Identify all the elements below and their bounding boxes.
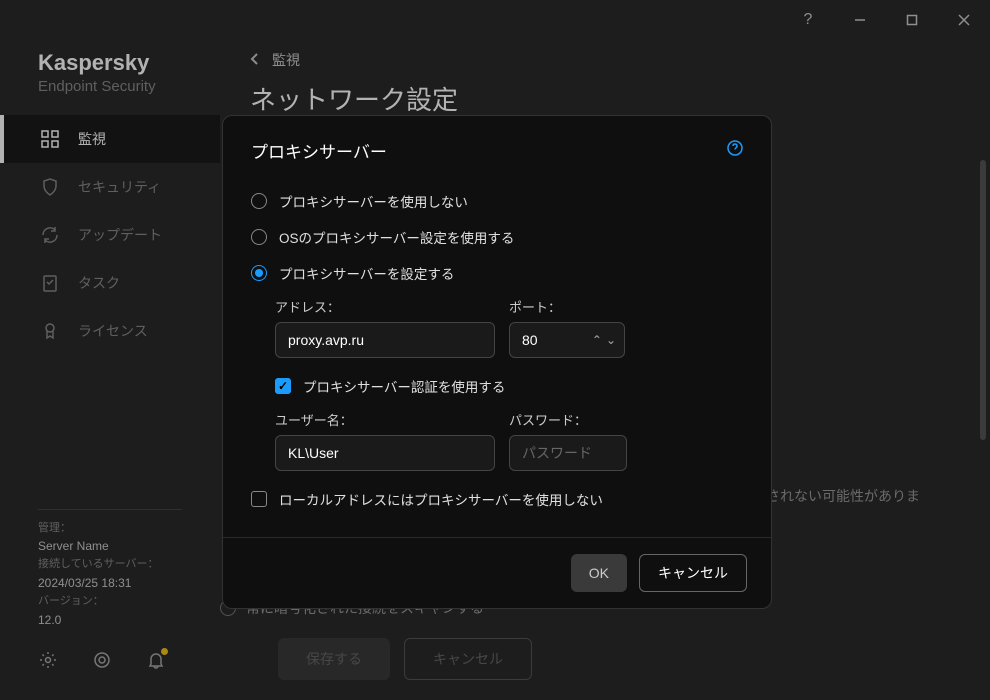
address-input[interactable] — [275, 322, 495, 358]
radio-label: プロキシサーバーを設定する — [279, 263, 454, 283]
sidebar: Kaspersky Endpoint Security 監視 セキュリティ アッ… — [0, 40, 220, 700]
modal-ok-button[interactable]: OK — [571, 554, 627, 592]
modal-title: プロキシサーバー — [251, 138, 387, 163]
admin-value: Server Name — [38, 537, 182, 556]
bottom-actions: 保存する キャンセル — [278, 638, 532, 680]
brand-title: Kaspersky — [38, 50, 196, 76]
conn-value: 2024/03/25 18:31 — [38, 574, 182, 593]
radio-no-proxy[interactable]: プロキシサーバーを使用しない — [251, 183, 743, 219]
nav-item-update[interactable]: アップデート — [0, 211, 220, 259]
check-label: ローカルアドレスにはプロキシサーバーを使用しない — [279, 489, 603, 509]
sidebar-footer: 管理： Server Name 接続しているサーバー： 2024/03/25 1… — [0, 509, 220, 630]
scrollbar[interactable] — [980, 160, 986, 440]
ver-label: バージョン： — [38, 593, 182, 611]
proxy-modal: プロキシサーバー プロキシサーバーを使用しない OSのプロキシサーバー設定を使用… — [222, 115, 772, 609]
grid-icon — [40, 129, 60, 149]
check-bypass-local[interactable]: ローカルアドレスにはプロキシサーバーを使用しない — [251, 481, 743, 517]
username-input[interactable] — [275, 435, 495, 471]
checkbox-checked-icon — [275, 378, 291, 394]
brand: Kaspersky Endpoint Security — [0, 50, 220, 115]
breadcrumb[interactable]: 監視 — [250, 50, 960, 70]
support-icon[interactable] — [92, 650, 112, 670]
sidebar-bottom-buttons — [0, 630, 220, 690]
radio-label: プロキシサーバーを使用しない — [279, 191, 468, 211]
pass-label: パスワード： — [509, 410, 627, 429]
bell-icon[interactable] — [146, 650, 166, 670]
badge-icon — [40, 321, 60, 341]
help-icon[interactable] — [727, 140, 743, 161]
nav-label: 監視 — [78, 129, 106, 149]
chevron-down-icon[interactable]: ⌄ — [606, 333, 616, 347]
shield-icon — [40, 177, 60, 197]
user-label: ユーザー名： — [275, 410, 495, 429]
check-label: プロキシサーバー認証を使用する — [303, 376, 505, 396]
gear-icon[interactable] — [38, 650, 58, 670]
password-input[interactable] — [509, 435, 627, 471]
nav-item-security[interactable]: セキュリティ — [0, 163, 220, 211]
notification-dot — [161, 648, 168, 655]
close-button[interactable] — [948, 4, 980, 36]
nav-item-tasks[interactable]: タスク — [0, 259, 220, 307]
page-title: ネットワーク設定 — [250, 80, 960, 117]
nav-label: アップデート — [78, 225, 162, 245]
nav-item-license[interactable]: ライセンス — [0, 307, 220, 355]
radio-label: OSのプロキシサーバー設定を使用する — [279, 227, 514, 247]
nav-label: ライセンス — [78, 321, 148, 341]
radio-checked-icon — [251, 265, 267, 281]
cancel-button[interactable]: キャンセル — [404, 638, 532, 680]
minimize-button[interactable] — [844, 4, 876, 36]
brand-subtitle: Endpoint Security — [38, 78, 196, 95]
check-auth[interactable]: プロキシサーバー認証を使用する — [275, 368, 743, 404]
chevron-up-icon[interactable]: ⌃ — [592, 333, 602, 347]
radio-os-proxy[interactable]: OSのプロキシサーバー設定を使用する — [251, 219, 743, 255]
nav-label: タスク — [78, 273, 120, 293]
refresh-icon — [40, 225, 60, 245]
radio-icon — [251, 193, 267, 209]
help-button[interactable]: ? — [792, 4, 824, 36]
port-input[interactable]: 80 ⌃ ⌄ — [509, 322, 625, 358]
admin-label: 管理： — [38, 520, 182, 538]
nav-item-monitoring[interactable]: 監視 — [0, 115, 220, 163]
clipboard-icon — [40, 273, 60, 293]
port-label: ポート： — [509, 297, 625, 316]
radio-custom-proxy[interactable]: プロキシサーバーを設定する — [251, 255, 743, 291]
checkbox-icon — [251, 491, 267, 507]
nav: 監視 セキュリティ アップデート タスク ライセンス — [0, 115, 220, 509]
radio-icon — [251, 229, 267, 245]
save-button[interactable]: 保存する — [278, 638, 390, 680]
breadcrumb-parent: 監視 — [272, 50, 300, 70]
conn-label: 接続しているサーバー： — [38, 556, 182, 574]
chevron-left-icon — [250, 52, 260, 69]
address-label: アドレス： — [275, 297, 495, 316]
maximize-button[interactable] — [896, 4, 928, 36]
modal-cancel-button[interactable]: キャンセル — [639, 554, 747, 592]
nav-label: セキュリティ — [78, 177, 161, 197]
titlebar: ? — [0, 0, 990, 40]
port-value: 80 — [510, 323, 592, 357]
ver-value: 12.0 — [38, 611, 182, 630]
